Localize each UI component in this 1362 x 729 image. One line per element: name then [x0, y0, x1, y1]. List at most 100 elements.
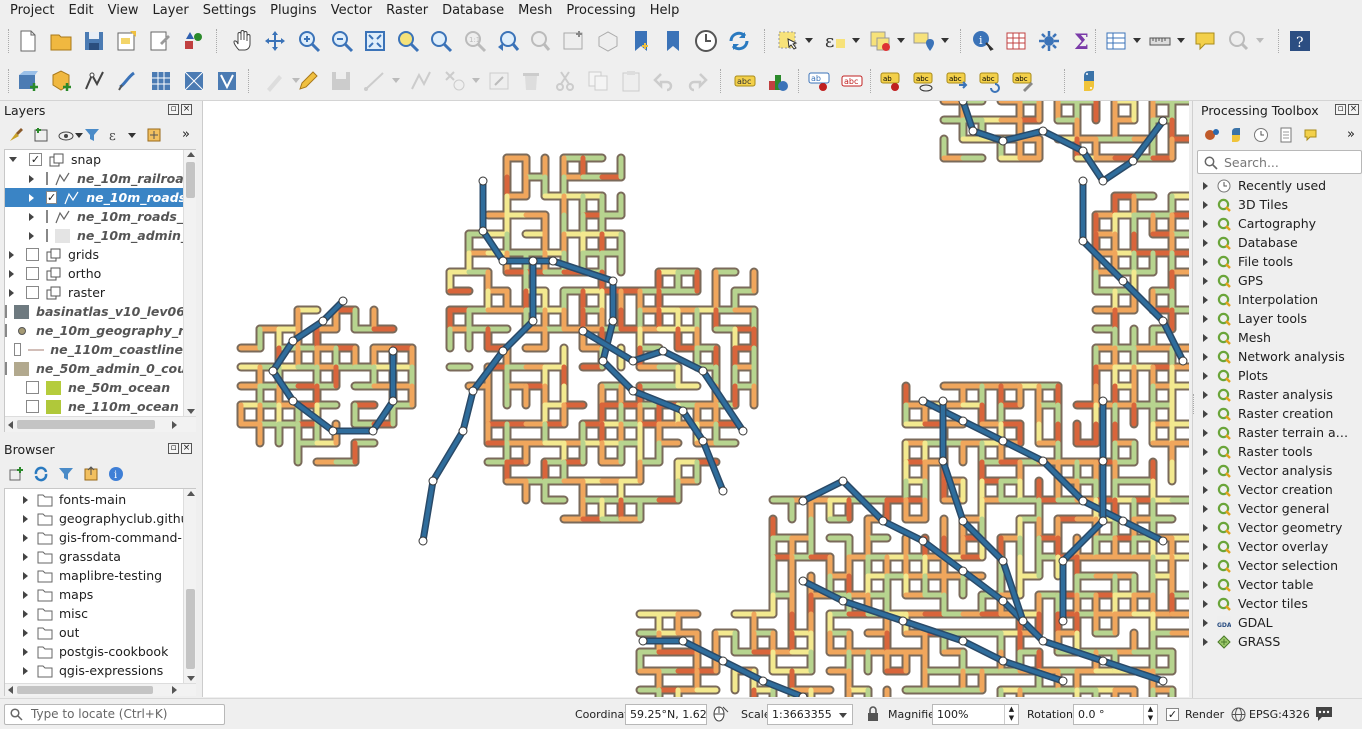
- browser-item[interactable]: fonts-main: [5, 490, 126, 509]
- menu-view[interactable]: View: [101, 0, 146, 22]
- filter-browser-icon[interactable]: [58, 466, 74, 482]
- expand-arrow-icon[interactable]: [1203, 314, 1208, 323]
- paste-features-icon[interactable]: [618, 68, 644, 94]
- select-by-expression-icon[interactable]: ε: [822, 28, 848, 54]
- map-tips-speech-icon[interactable]: [1192, 28, 1218, 54]
- add-selected-layers-icon[interactable]: [8, 466, 24, 482]
- expand-arrow-icon[interactable]: [1203, 485, 1208, 494]
- toolbox-provider-item[interactable]: Raster terrain analysis: [1197, 423, 1362, 442]
- change-label-properties-icon[interactable]: abc: [1010, 68, 1036, 94]
- locator-input[interactable]: Type to locate (Ctrl+K): [4, 704, 225, 725]
- toolbox-provider-item[interactable]: Network analysis: [1197, 347, 1362, 366]
- expand-arrow-icon[interactable]: [29, 193, 34, 202]
- filter-legend-icon[interactable]: [84, 127, 100, 143]
- toolbox-provider-item[interactable]: Interpolation: [1197, 290, 1362, 309]
- expand-arrow-icon[interactable]: [29, 212, 34, 221]
- expand-arrow-icon[interactable]: [23, 628, 28, 637]
- new-shapefile-icon[interactable]: [115, 68, 141, 94]
- python-console-icon[interactable]: [1076, 68, 1102, 94]
- menu-raster[interactable]: Raster: [379, 0, 435, 22]
- chevron-down-icon[interactable]: [1177, 38, 1185, 43]
- edit-features-in-place-icon[interactable]: [1303, 127, 1319, 143]
- browser-item[interactable]: gis-from-command-line: [5, 528, 183, 547]
- float-icon[interactable]: ▫: [1335, 104, 1346, 115]
- layers-horizontal-scrollbar[interactable]: [5, 416, 196, 432]
- menu-processing[interactable]: Processing: [559, 0, 642, 22]
- more-chevron-icon[interactable]: »: [1347, 127, 1355, 142]
- toolbox-provider-item[interactable]: Raster analysis: [1197, 385, 1362, 404]
- processing-toolbox-icon[interactable]: [1036, 28, 1062, 54]
- layer-item[interactable]: ne_10m_admin_0_countries: [5, 226, 183, 245]
- chevron-down-icon[interactable]: [805, 38, 813, 43]
- toolbox-provider-item[interactable]: Database: [1197, 233, 1362, 252]
- expand-arrow-icon[interactable]: [1203, 409, 1208, 418]
- add-mesh-layer-icon[interactable]: [181, 68, 207, 94]
- toolbox-provider-item[interactable]: Mesh: [1197, 328, 1362, 347]
- road-network-map[interactable]: [203, 101, 1189, 697]
- expand-arrow-icon[interactable]: [23, 552, 28, 561]
- layers-vertical-scrollbar[interactable]: [183, 150, 196, 416]
- layer-item[interactable]: ne_50m_admin_0_countries: [5, 359, 183, 378]
- expand-arrow-icon[interactable]: [23, 647, 28, 656]
- expand-arrow-icon[interactable]: [1203, 276, 1208, 285]
- layer-visibility-checkbox[interactable]: ✓: [29, 153, 42, 166]
- rotate-label-icon[interactable]: abc: [977, 68, 1003, 94]
- temporal-controller-clock-icon[interactable]: [693, 28, 719, 54]
- menu-plugins[interactable]: Plugins: [263, 0, 324, 22]
- redo-icon[interactable]: [684, 68, 710, 94]
- layer-visibility-checkbox[interactable]: [14, 343, 22, 356]
- chevron-down-icon[interactable]: [941, 38, 949, 43]
- layer-item[interactable]: ne_110m_coastline: [5, 340, 183, 359]
- chevron-down-icon[interactable]: [1256, 38, 1264, 43]
- current-edits-icon[interactable]: [262, 68, 288, 94]
- magnifier-spinbox[interactable]: 100% ▲ ▼: [932, 704, 1019, 725]
- expand-arrow-icon[interactable]: [1203, 257, 1208, 266]
- layer-item[interactable]: ✓ snap: [5, 150, 183, 169]
- menu-project[interactable]: Project: [3, 0, 61, 22]
- layout-manager-icon[interactable]: [147, 28, 173, 54]
- menu-help[interactable]: Help: [643, 0, 687, 22]
- expand-arrow-icon[interactable]: [1203, 504, 1208, 513]
- expand-arrow-icon[interactable]: [1203, 428, 1208, 437]
- toolbox-provider-item[interactable]: Raster tools: [1197, 442, 1362, 461]
- layer-visibility-checkbox[interactable]: [5, 305, 7, 318]
- help-icon[interactable]: ?: [1287, 28, 1313, 54]
- data-source-manager-icon[interactable]: [15, 68, 41, 94]
- expand-all-icon[interactable]: [146, 127, 162, 143]
- cut-features-icon[interactable]: [552, 68, 578, 94]
- copy-features-icon[interactable]: [585, 68, 611, 94]
- expand-arrow-icon[interactable]: [9, 269, 14, 278]
- lock-icon[interactable]: [866, 706, 880, 722]
- toolbox-provider-item[interactable]: Vector tiles: [1197, 594, 1362, 613]
- attribute-table-menu-icon[interactable]: [1103, 28, 1129, 54]
- map-canvas[interactable]: [202, 101, 1189, 697]
- measure-line-icon[interactable]: [1147, 28, 1173, 54]
- layer-diagram-options-icon[interactable]: [765, 68, 791, 94]
- close-icon[interactable]: ×: [181, 443, 192, 454]
- toolbox-provider-item[interactable]: Layer tools: [1197, 309, 1362, 328]
- layer-item[interactable]: raster: [5, 283, 183, 302]
- layer-item[interactable]: ne_10m_geography_regions_points: [5, 321, 183, 340]
- expand-arrow-icon[interactable]: [23, 533, 28, 542]
- layer-visibility-checkbox[interactable]: [46, 172, 48, 185]
- undo-icon[interactable]: [651, 68, 677, 94]
- layer-visibility-checkbox[interactable]: [5, 324, 7, 337]
- expand-arrow-icon[interactable]: [1203, 219, 1208, 228]
- zoom-to-layer-icon[interactable]: [428, 28, 454, 54]
- new-map-view-icon[interactable]: [561, 28, 587, 54]
- layer-item[interactable]: grids: [5, 245, 183, 264]
- layer-item[interactable]: ✓ ne_10m_roads_snapped: [5, 188, 183, 207]
- select-by-location-icon[interactable]: [911, 28, 937, 54]
- close-icon[interactable]: ×: [1348, 104, 1359, 115]
- chevron-down-icon[interactable]: [392, 78, 400, 83]
- expand-arrow-icon[interactable]: [1203, 333, 1208, 342]
- chevron-down-icon[interactable]: [852, 38, 860, 43]
- expand-arrow-icon[interactable]: [1203, 637, 1208, 646]
- style-manager-icon[interactable]: [181, 28, 207, 54]
- highlight-pinned-labels-icon[interactable]: ab: [806, 68, 832, 94]
- messages-icon[interactable]: [1314, 705, 1334, 723]
- toolbox-provider-item[interactable]: Vector selection: [1197, 556, 1362, 575]
- expand-arrow-icon[interactable]: [9, 250, 14, 259]
- history-clock-icon[interactable]: [1253, 127, 1269, 143]
- expand-arrow-icon[interactable]: [1203, 371, 1208, 380]
